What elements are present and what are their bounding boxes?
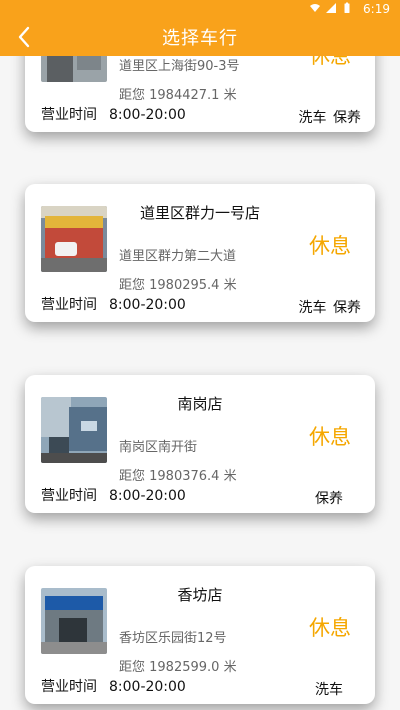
store-name: 香坊店	[177, 586, 223, 604]
hours-label: 营业时间	[41, 488, 97, 504]
store-address: 香坊区乐园街12号	[119, 631, 227, 646]
chevron-left-icon	[18, 26, 30, 48]
store-photo	[41, 56, 107, 82]
business-hours: 营业时间 8:00-20:00	[41, 676, 186, 696]
hours-label: 营业时间	[41, 297, 97, 313]
store-address: 道里区群力第二大道	[119, 249, 237, 264]
store-address: 南岗区南开街	[119, 440, 198, 455]
back-button[interactable]	[8, 21, 40, 53]
store-card[interactable]: 南岗店 休息 南岗区南开街 距您 1980376.4 米 营业时间 8:00-20…	[25, 375, 375, 513]
store-status: 休息	[309, 56, 351, 68]
battery-icon	[341, 2, 353, 17]
hours-value: 8:00-20:00	[109, 679, 186, 695]
hours-label: 营业时间	[41, 107, 97, 123]
store-status: 休息	[309, 234, 351, 258]
app-bar: 选择车行	[0, 18, 400, 56]
store-address: 道里区上海街90-3号	[119, 59, 240, 74]
hours-label: 营业时间	[41, 679, 97, 695]
business-hours: 营业时间 8:00-20:00	[41, 294, 186, 314]
hours-value: 8:00-20:00	[109, 107, 186, 123]
store-photo	[41, 397, 107, 463]
store-card[interactable]: 香坊店 休息 香坊区乐园街12号 距您 1982599.0 米 营业时间 8:00…	[25, 566, 375, 704]
store-distance: 距您 1980376.4 米	[119, 469, 237, 484]
store-services: 洗车	[315, 682, 343, 698]
signal-icon	[325, 2, 337, 17]
store-distance: 距您 1980295.4 米	[119, 278, 237, 293]
business-hours: 营业时间 8:00-20:00	[41, 485, 186, 505]
store-services: 洗车 保养	[298, 110, 361, 126]
status-time: 6:19	[363, 2, 390, 16]
wifi-icon	[309, 2, 321, 17]
store-status: 休息	[309, 425, 351, 449]
store-services: 保养	[315, 491, 343, 507]
store-distance: 距您 1982599.0 米	[119, 660, 237, 675]
store-card[interactable]: 道里区群力一号店 休息 道里区群力第二大道 距您 1980295.4 米 营业时…	[25, 184, 375, 322]
page-title: 选择车行	[162, 28, 238, 49]
store-services: 洗车 保养	[298, 300, 361, 316]
store-card[interactable]: 休息 道里区上海街90-3号 距您 1984427.1 米 营业时间 8:00-2…	[25, 56, 375, 132]
store-status: 休息	[309, 616, 351, 640]
store-name: 道里区群力一号店	[139, 204, 260, 222]
store-photo	[41, 588, 107, 654]
status-bar: 6:19	[0, 0, 400, 18]
hours-value: 8:00-20:00	[109, 488, 186, 504]
store-photo	[41, 206, 107, 272]
store-list[interactable]: 休息 道里区上海街90-3号 距您 1984427.1 米 营业时间 8:00-2…	[0, 56, 400, 710]
business-hours: 营业时间 8:00-20:00	[41, 104, 186, 124]
hours-value: 8:00-20:00	[109, 297, 186, 313]
store-name: 南岗店	[177, 395, 223, 413]
store-distance: 距您 1984427.1 米	[119, 88, 237, 103]
